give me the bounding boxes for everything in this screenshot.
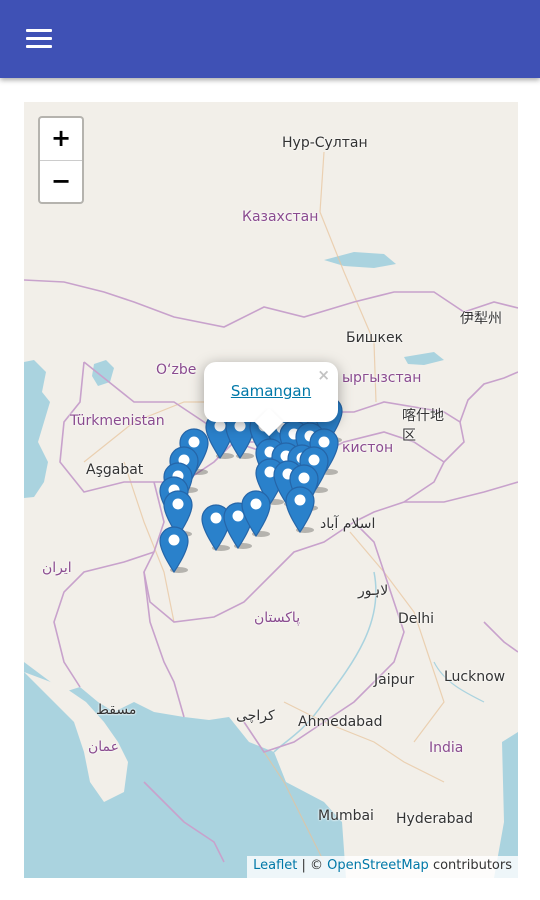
label-iran: ایران — [42, 560, 72, 576]
label-muscat: مسقط — [96, 702, 137, 718]
attribution-contributors: contributors — [428, 858, 512, 873]
label-karachi: کراچی — [236, 708, 275, 724]
map-marker-icon[interactable] — [157, 524, 191, 574]
label-turkmenistan: Türkmenistan — [70, 413, 165, 429]
attribution-separator: | © — [297, 858, 328, 873]
marker-popup: Samangan × — [204, 362, 338, 422]
label-lucknow: Lucknow — [444, 669, 506, 685]
hamburger-menu-icon[interactable] — [22, 26, 58, 54]
label-oman: عمان — [88, 739, 119, 755]
map-view[interactable]: Нур-Султан Казахстан 伊犁州 Бишкек O‘zbe ыр… — [24, 102, 518, 878]
label-nur-sultan: Нур-Султан — [282, 135, 368, 151]
popup-link-samangan[interactable]: Samangan — [204, 382, 338, 400]
label-pakistan: پاکستان — [254, 610, 301, 626]
menu-line — [26, 37, 52, 40]
label-jaipur: Jaipur — [374, 672, 415, 688]
label-kashgar: 喀什地 区 — [402, 408, 444, 444]
label-uzbekistan: O‘zbe — [156, 362, 197, 378]
label-kyrgyzstan: ыргызстан — [342, 370, 422, 386]
label-ahmedabad: Ahmedabad — [298, 714, 383, 730]
leaflet-link[interactable]: Leaflet — [253, 858, 297, 873]
label-ashgabat: Aşgabat — [86, 462, 144, 478]
menu-line — [26, 29, 52, 32]
label-kazakhstan: Казахстан — [242, 209, 319, 225]
map-attribution: Leaflet | © OpenStreetMap contributors — [247, 856, 518, 878]
label-hyderabad: Hyderabad — [396, 811, 473, 827]
label-bishkek: Бишкек — [346, 330, 404, 346]
map-marker-icon[interactable] — [283, 484, 317, 534]
zoom-in-button[interactable]: + — [40, 118, 82, 160]
label-lahore: لاہور — [358, 583, 389, 599]
label-mumbai: Mumbai — [318, 808, 374, 824]
menu-line — [26, 45, 52, 48]
zoom-out-button[interactable]: − — [40, 160, 82, 202]
label-tajikistan: кистон — [342, 440, 394, 456]
label-islamabad: اسلام آباد — [320, 516, 376, 532]
popup-close-icon[interactable]: × — [317, 366, 330, 384]
label-delhi: Delhi — [398, 611, 435, 627]
map-marker-icon[interactable] — [239, 488, 273, 538]
app-bar — [0, 0, 540, 78]
zoom-control: + − — [38, 116, 84, 204]
osm-link[interactable]: OpenStreetMap — [327, 858, 429, 873]
label-india: India — [429, 740, 464, 756]
label-yining: 伊犁州 — [460, 311, 502, 327]
